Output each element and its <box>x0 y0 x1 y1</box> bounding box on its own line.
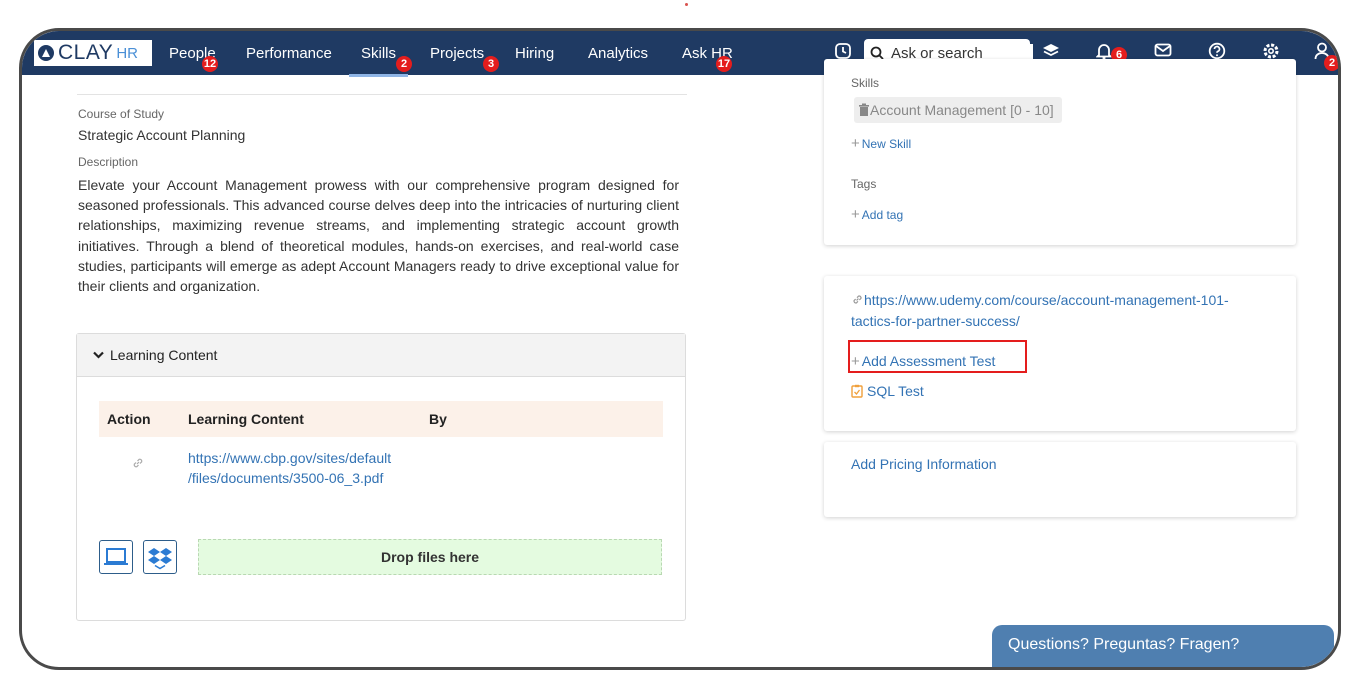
upload-from-dropbox-button[interactable] <box>143 540 177 574</box>
link-icon[interactable] <box>131 456 145 473</box>
search-icon <box>870 46 884 60</box>
new-skill-text: New Skill <box>861 137 912 151</box>
nav-skills[interactable]: Skills <box>348 45 409 77</box>
nav-analytics[interactable]: Analytics <box>588 45 648 62</box>
skills-label: Skills <box>851 76 880 90</box>
nav-people-badge: 12 <box>202 56 218 72</box>
nav-projects-badge: 3 <box>483 56 499 72</box>
plus-icon: + <box>851 135 860 152</box>
skill-chip[interactable]: Account Management [0 - 10] <box>854 97 1062 123</box>
nav-skills-badge: 2 <box>396 56 412 72</box>
column-action: Action <box>107 411 151 427</box>
upload-from-computer-button[interactable] <box>99 540 133 574</box>
clayhr-logo[interactable]: CLAY HR <box>34 40 152 66</box>
app-window: CLAY HR People 12 Performance Skills 2 P… <box>19 28 1341 670</box>
laptop-icon <box>104 548 128 565</box>
link-line-1: https://www.cbp.gov/sites/default <box>188 450 392 466</box>
dropbox-icon <box>148 548 172 570</box>
section-divider <box>77 94 687 95</box>
trash-icon[interactable] <box>858 99 870 125</box>
course-url-link[interactable]: https://www.udemy.com/course/account-man… <box>851 290 1229 331</box>
learning-content-link[interactable]: https://www.cbp.gov/sites/default /files… <box>188 448 391 488</box>
learning-content-title: Learning Content <box>110 347 218 363</box>
link-line-2: /files/documents/3500-06_3.pdf <box>188 470 384 486</box>
logo-suffix: HR <box>116 44 138 62</box>
column-learning-content: Learning Content <box>188 411 304 427</box>
description-label: Description <box>78 155 139 169</box>
logo-name: CLAY <box>58 41 114 64</box>
red-dot-marker <box>685 3 688 6</box>
course-url-line-2: tactics-for-partner-success/ <box>851 313 1020 329</box>
add-tag-text: Add tag <box>861 208 904 222</box>
skill-name: Account Management [0 - 10] <box>870 102 1054 118</box>
nav-performance[interactable]: Performance <box>246 45 332 62</box>
nav-ask-hr-badge: 17 <box>716 56 732 72</box>
column-by: By <box>429 411 447 427</box>
link-icon <box>851 291 864 311</box>
drop-zone[interactable]: Drop files here <box>198 539 662 575</box>
learning-content-panel: Learning Content Action Learning Content… <box>76 333 686 621</box>
chat-widget-button[interactable]: Questions? Preguntas? Fragen? <box>992 625 1334 667</box>
highlight-box <box>848 340 1027 373</box>
logo-mark-icon <box>38 45 54 61</box>
chevron-down-icon <box>93 348 104 362</box>
add-pricing-link[interactable]: Add Pricing Information <box>851 456 997 472</box>
sql-test-text: SQL Test <box>867 383 924 399</box>
learning-content-header[interactable]: Learning Content <box>77 334 685 377</box>
course-url-line-1: https://www.udemy.com/course/account-man… <box>864 292 1229 308</box>
tags-label: Tags <box>851 177 877 191</box>
course-of-study-value: Strategic Account Planning <box>78 127 246 143</box>
nav-hiring[interactable]: Hiring <box>515 45 554 62</box>
description-text: Elevate your Account Management prowess … <box>78 177 679 295</box>
clipboard-check-icon <box>851 384 863 401</box>
skills-tags-card: Skills Account Management [0 - 10] + New … <box>824 59 1296 245</box>
plus-icon: + <box>851 206 860 223</box>
learning-content-table-header: Action Learning Content By <box>99 401 663 437</box>
pricing-card: Add Pricing Information <box>824 442 1296 517</box>
profile-badge: 2 <box>1324 55 1338 71</box>
course-of-study-label: Course of Study <box>78 107 165 121</box>
new-skill-link[interactable]: + New Skill <box>851 135 911 152</box>
nav-projects[interactable]: Projects <box>430 45 484 62</box>
sql-test-link[interactable]: SQL Test <box>851 383 924 401</box>
add-tag-link[interactable]: + Add tag <box>851 206 903 223</box>
